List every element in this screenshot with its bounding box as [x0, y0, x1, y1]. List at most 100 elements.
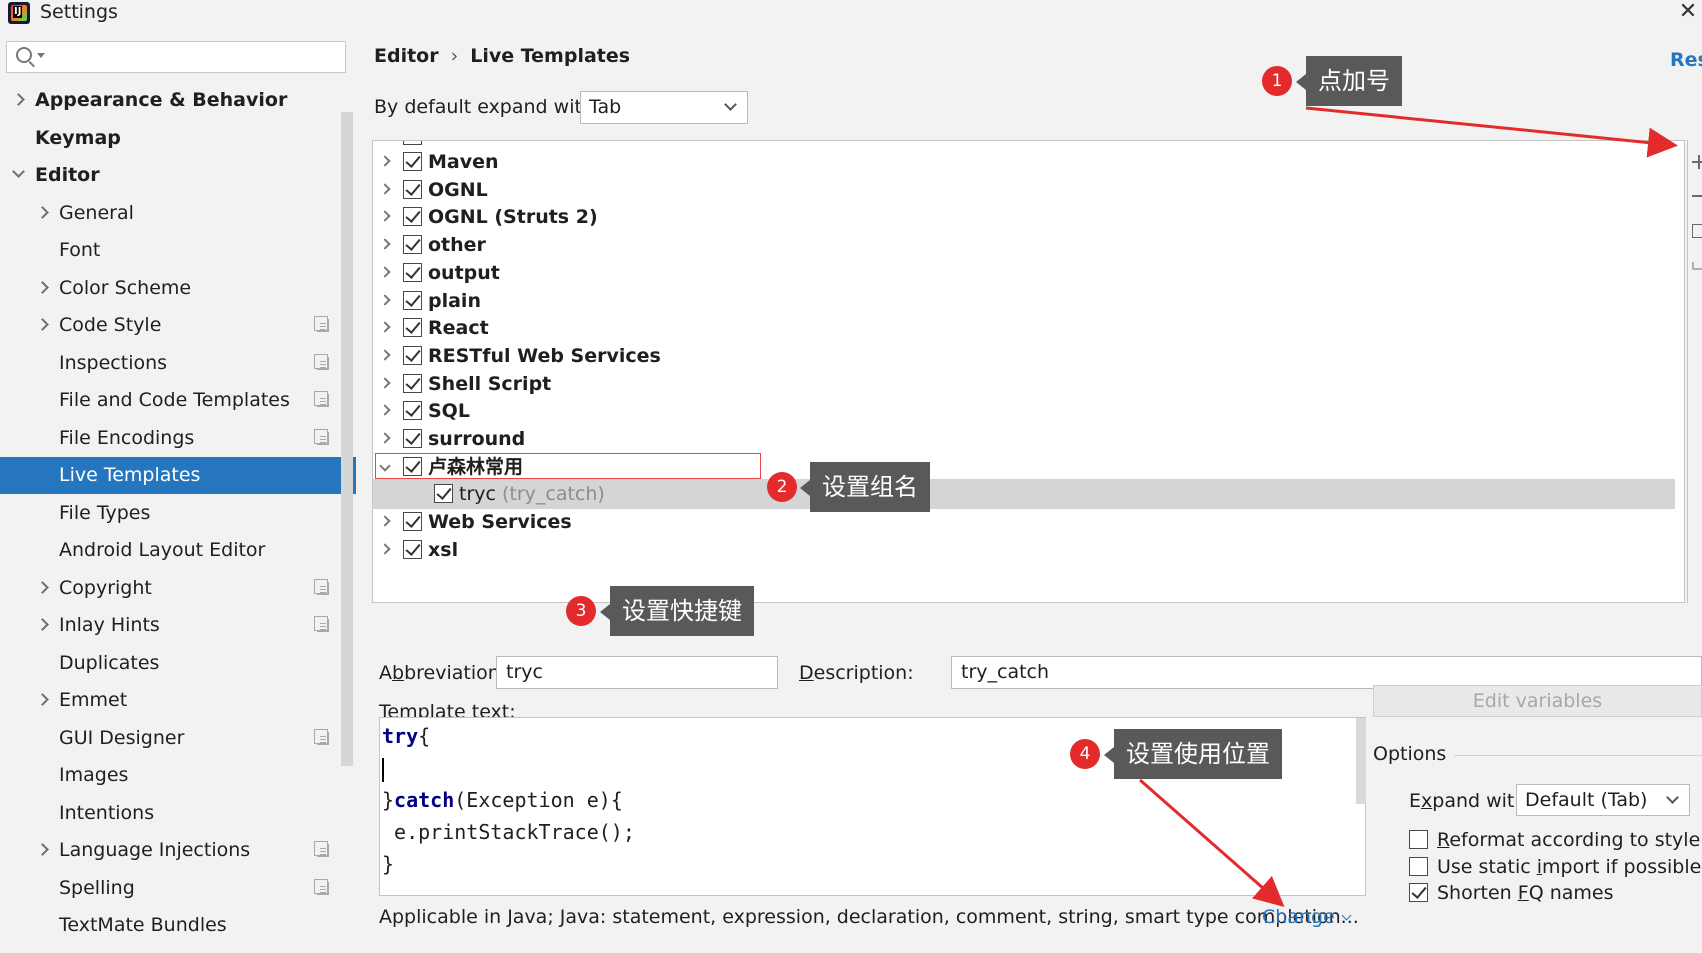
template-checkbox[interactable] — [434, 484, 453, 504]
sidebar-item-language-injections[interactable]: Language Injections — [0, 832, 356, 869]
template-group[interactable]: OGNL — [373, 175, 1675, 205]
chevron-right-icon[interactable] — [379, 183, 391, 195]
chevron-right-icon[interactable] — [379, 266, 391, 278]
template-group[interactable]: SQL — [373, 396, 1675, 426]
option-checkbox[interactable] — [1409, 883, 1428, 902]
options-heading: Options — [1373, 743, 1447, 765]
sidebar-item-images[interactable]: Images — [0, 757, 356, 794]
chevron-right-icon[interactable] — [379, 321, 391, 333]
template-checkbox[interactable] — [403, 290, 422, 310]
chevron-right-icon[interactable] — [379, 432, 391, 444]
text-caret — [382, 757, 384, 782]
template-group[interactable]: surround — [373, 424, 1675, 454]
sidebar-scrollbar[interactable] — [341, 112, 353, 766]
chevron-right-icon[interactable] — [12, 93, 25, 106]
change-contexts-link[interactable]: Change — [1262, 906, 1352, 928]
breadcrumb-parent[interactable]: Editor — [374, 45, 439, 67]
template-checkbox[interactable] — [403, 456, 422, 476]
sidebar-item-spelling[interactable]: Spelling — [0, 870, 356, 907]
sidebar-item-file-and-code-templates[interactable]: File and Code Templates — [0, 382, 356, 419]
add-icon[interactable] — [1692, 155, 1702, 169]
chevron-right-icon[interactable] — [36, 318, 49, 331]
template-group[interactable]: plain — [373, 286, 1675, 316]
abbreviation-field[interactable]: tryc — [496, 656, 778, 689]
editor-scrollbar[interactable] — [1356, 718, 1366, 804]
sidebar-item-keymap[interactable]: Keymap — [0, 120, 356, 157]
sidebar-item-appearance-behavior[interactable]: Appearance & Behavior — [0, 82, 356, 119]
template-checkbox[interactable] — [403, 318, 422, 338]
chevron-down-icon[interactable] — [12, 165, 25, 178]
template-checkbox[interactable] — [403, 152, 422, 171]
copy-icon[interactable] — [1692, 224, 1702, 238]
chevron-right-icon[interactable] — [379, 515, 391, 527]
sidebar-item-font[interactable]: Font — [0, 232, 356, 269]
sidebar-item-inspections[interactable]: Inspections — [0, 345, 356, 382]
template-group[interactable]: 卢森林常用 — [373, 452, 1675, 482]
template-group[interactable]: RESTful Web Services — [373, 341, 1675, 371]
reset-link[interactable]: Res — [1670, 49, 1702, 71]
chevron-right-icon[interactable] — [379, 404, 391, 416]
expand-with-select[interactable]: Default (Tab) — [1516, 784, 1690, 816]
chevron-right-icon[interactable] — [36, 693, 49, 706]
chevron-right-icon[interactable] — [379, 238, 391, 250]
template-item[interactable]: tryc (try_catch) — [373, 479, 1675, 510]
template-group[interactable]: Shell Script — [373, 369, 1675, 399]
template-group[interactable]: OGNL (Struts 2) — [373, 202, 1675, 232]
edit-variables-button[interactable]: Edit variables — [1373, 685, 1702, 717]
chevron-right-icon[interactable] — [379, 293, 391, 306]
sidebar-item-color-scheme[interactable]: Color Scheme — [0, 270, 356, 307]
template-checkbox[interactable] — [403, 235, 422, 255]
restore-icon[interactable] — [1692, 262, 1702, 270]
chevron-right-icon[interactable] — [379, 155, 391, 167]
chevron-right-icon[interactable] — [36, 280, 49, 294]
search-history-dropdown-icon[interactable] — [37, 53, 45, 58]
template-group[interactable]: React — [373, 313, 1675, 343]
chevron-right-icon[interactable] — [379, 210, 391, 223]
template-label: Shell Script — [428, 369, 551, 399]
template-group[interactable]: Web Services — [373, 507, 1675, 537]
sidebar-item-general[interactable]: General — [0, 195, 356, 232]
sidebar-item-code-style[interactable]: Code Style — [0, 307, 356, 344]
template-group[interactable]: other — [373, 230, 1675, 260]
template-label: plain — [428, 286, 481, 316]
template-checkbox[interactable] — [403, 401, 422, 421]
code-line: }catch(Exception e){ — [382, 784, 1365, 816]
close-icon[interactable]: ✕ — [1676, 0, 1700, 26]
sidebar-item-live-templates[interactable]: Live Templates — [0, 457, 356, 494]
sidebar-item-gui-designer[interactable]: GUI Designer — [0, 720, 356, 757]
chevron-right-icon[interactable] — [379, 376, 391, 389]
template-checkbox[interactable] — [403, 345, 422, 365]
sidebar-item-editor[interactable]: Editor — [0, 157, 356, 194]
option-checkbox[interactable] — [1409, 856, 1428, 876]
template-checkbox[interactable] — [403, 179, 422, 199]
settings-search-box[interactable] — [6, 41, 346, 73]
template-group[interactable]: output — [373, 258, 1675, 288]
template-checkbox[interactable] — [403, 512, 422, 532]
template-checkbox[interactable] — [403, 429, 422, 448]
template-checkbox[interactable] — [403, 539, 422, 559]
sidebar-item-file-types[interactable]: File Types — [0, 495, 356, 532]
sidebar-item-duplicates[interactable]: Duplicates — [0, 645, 356, 682]
sidebar-item-emmet[interactable]: Emmet — [0, 682, 356, 719]
sidebar-item-intentions[interactable]: Intentions — [0, 795, 356, 832]
template-group[interactable]: Maven — [373, 147, 1675, 177]
settings-search-input[interactable] — [51, 45, 341, 69]
sidebar-item-textmate-bundles[interactable]: TextMate Bundles — [0, 907, 356, 944]
sidebar-item-inlay-hints[interactable]: Inlay Hints — [0, 607, 356, 644]
sidebar-item-android-layout-editor[interactable]: Android Layout Editor — [0, 532, 356, 569]
chevron-right-icon[interactable] — [36, 843, 49, 856]
template-checkbox[interactable] — [403, 207, 422, 227]
chevron-right-icon[interactable] — [36, 580, 49, 594]
template-checkbox[interactable] — [403, 373, 422, 393]
sidebar-item-file-encodings[interactable]: File Encodings — [0, 420, 356, 457]
template-group[interactable]: xsl — [373, 535, 1675, 565]
chevron-right-icon[interactable] — [36, 618, 49, 631]
option-checkbox[interactable] — [1409, 830, 1428, 849]
chevron-right-icon[interactable] — [379, 349, 391, 361]
remove-icon[interactable] — [1692, 189, 1702, 203]
chevron-right-icon[interactable] — [379, 543, 391, 555]
sidebar-item-copyright[interactable]: Copyright — [0, 570, 356, 607]
template-checkbox[interactable] — [403, 262, 422, 282]
default-expand-select[interactable]: Tab — [580, 91, 748, 124]
chevron-right-icon[interactable] — [36, 205, 49, 219]
